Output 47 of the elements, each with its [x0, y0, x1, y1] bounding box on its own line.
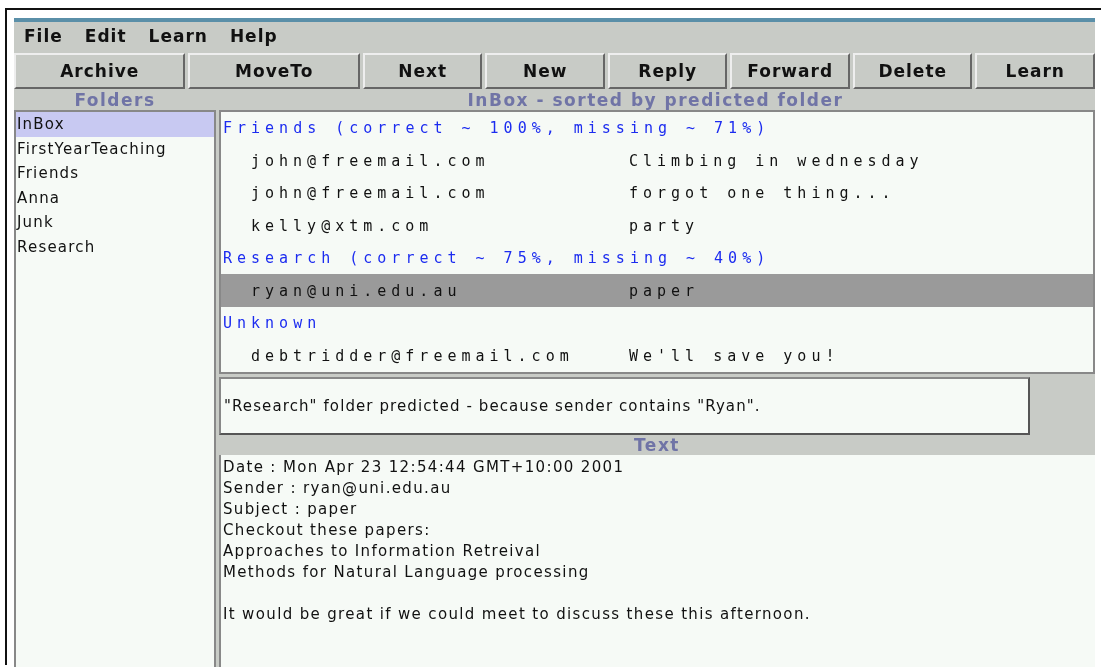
- message-row[interactable]: john@freemail.com forgot one thing...: [221, 176, 1093, 210]
- toolbar-button[interactable]: Learn: [975, 53, 1095, 89]
- folders-heading: Folders: [73, 89, 157, 110]
- toolbar-button[interactable]: Reply: [607, 53, 728, 89]
- folder-item[interactable]: FirstYearTeaching: [16, 136, 214, 161]
- folder-item[interactable]: Anna: [16, 185, 214, 210]
- body-line: Approaches to Information Retreival: [223, 541, 543, 562]
- prediction-explanation: "Research" folder predicted - because sender contains "Ryan".: [219, 377, 1030, 435]
- toolbar-button[interactable]: Delete: [852, 53, 973, 89]
- folder-item[interactable]: Research: [16, 234, 214, 259]
- sender-text: ryan@uni.edu.au: [251, 281, 463, 300]
- subject-text: We'll save you!: [629, 346, 841, 365]
- toolbar-button[interactable]: Next: [362, 53, 483, 89]
- folder-item[interactable]: InBox: [16, 112, 214, 137]
- subject-text: paper: [629, 281, 701, 300]
- sender-text: john@freemail.com: [251, 151, 491, 170]
- body-line: Methods for Natural Language processing: [223, 562, 591, 583]
- sender-text: john@freemail.com: [251, 184, 491, 203]
- body-line: Checkout these papers:: [223, 520, 432, 541]
- body-line: It would be great if we could meet to discuss these this afternoon.: [223, 604, 812, 625]
- message-row[interactable]: ryan@uni.edu.au paper: [221, 274, 1093, 308]
- body-line: Date : Mon Apr 23 12:54:44 GMT+10:00 2001: [223, 457, 626, 478]
- body-line: Sender : ryan@uni.edu.au: [223, 478, 453, 499]
- group-header: Research (correct ~ 75%, missing ~ 40%): [222, 248, 772, 270]
- subject-text: forgot one thing...: [629, 184, 897, 203]
- subject-text: Climbing in wednesday: [629, 151, 925, 170]
- group-header: Friends (correct ~ 100%, missing ~ 71%): [222, 118, 772, 139]
- subject-text: party: [629, 216, 701, 235]
- folder-item[interactable]: Junk: [16, 210, 214, 235]
- text-heading: Text: [633, 435, 681, 455]
- folder-item[interactable]: Friends: [16, 161, 214, 186]
- sender-text: debtridder@freemail.com: [251, 346, 575, 365]
- toolbar-button[interactable]: MoveTo: [188, 53, 360, 89]
- list-heading: InBox - sorted by predicted folder: [466, 89, 845, 110]
- menu-item[interactable]: File: [24, 26, 63, 46]
- group-header: Unknown: [222, 313, 323, 335]
- toolbar-button[interactable]: Forward: [730, 53, 850, 89]
- menu-item[interactable]: Help: [229, 26, 278, 46]
- message-row[interactable]: kelly@xtm.com party: [221, 209, 1093, 243]
- message-row[interactable]: john@freemail.com Climbing in wednesday: [221, 144, 1093, 177]
- body-line: Subject : paper: [223, 499, 359, 520]
- toolbar-button[interactable]: Archive: [14, 53, 186, 89]
- menu-item[interactable]: Edit: [84, 26, 127, 46]
- message-row[interactable]: debtridder@freemail.com We'll save you!: [221, 339, 1093, 372]
- toolbar-button[interactable]: New: [485, 53, 605, 89]
- sender-text: kelly@xtm.com: [251, 216, 435, 235]
- menu-item[interactable]: Learn: [148, 26, 208, 46]
